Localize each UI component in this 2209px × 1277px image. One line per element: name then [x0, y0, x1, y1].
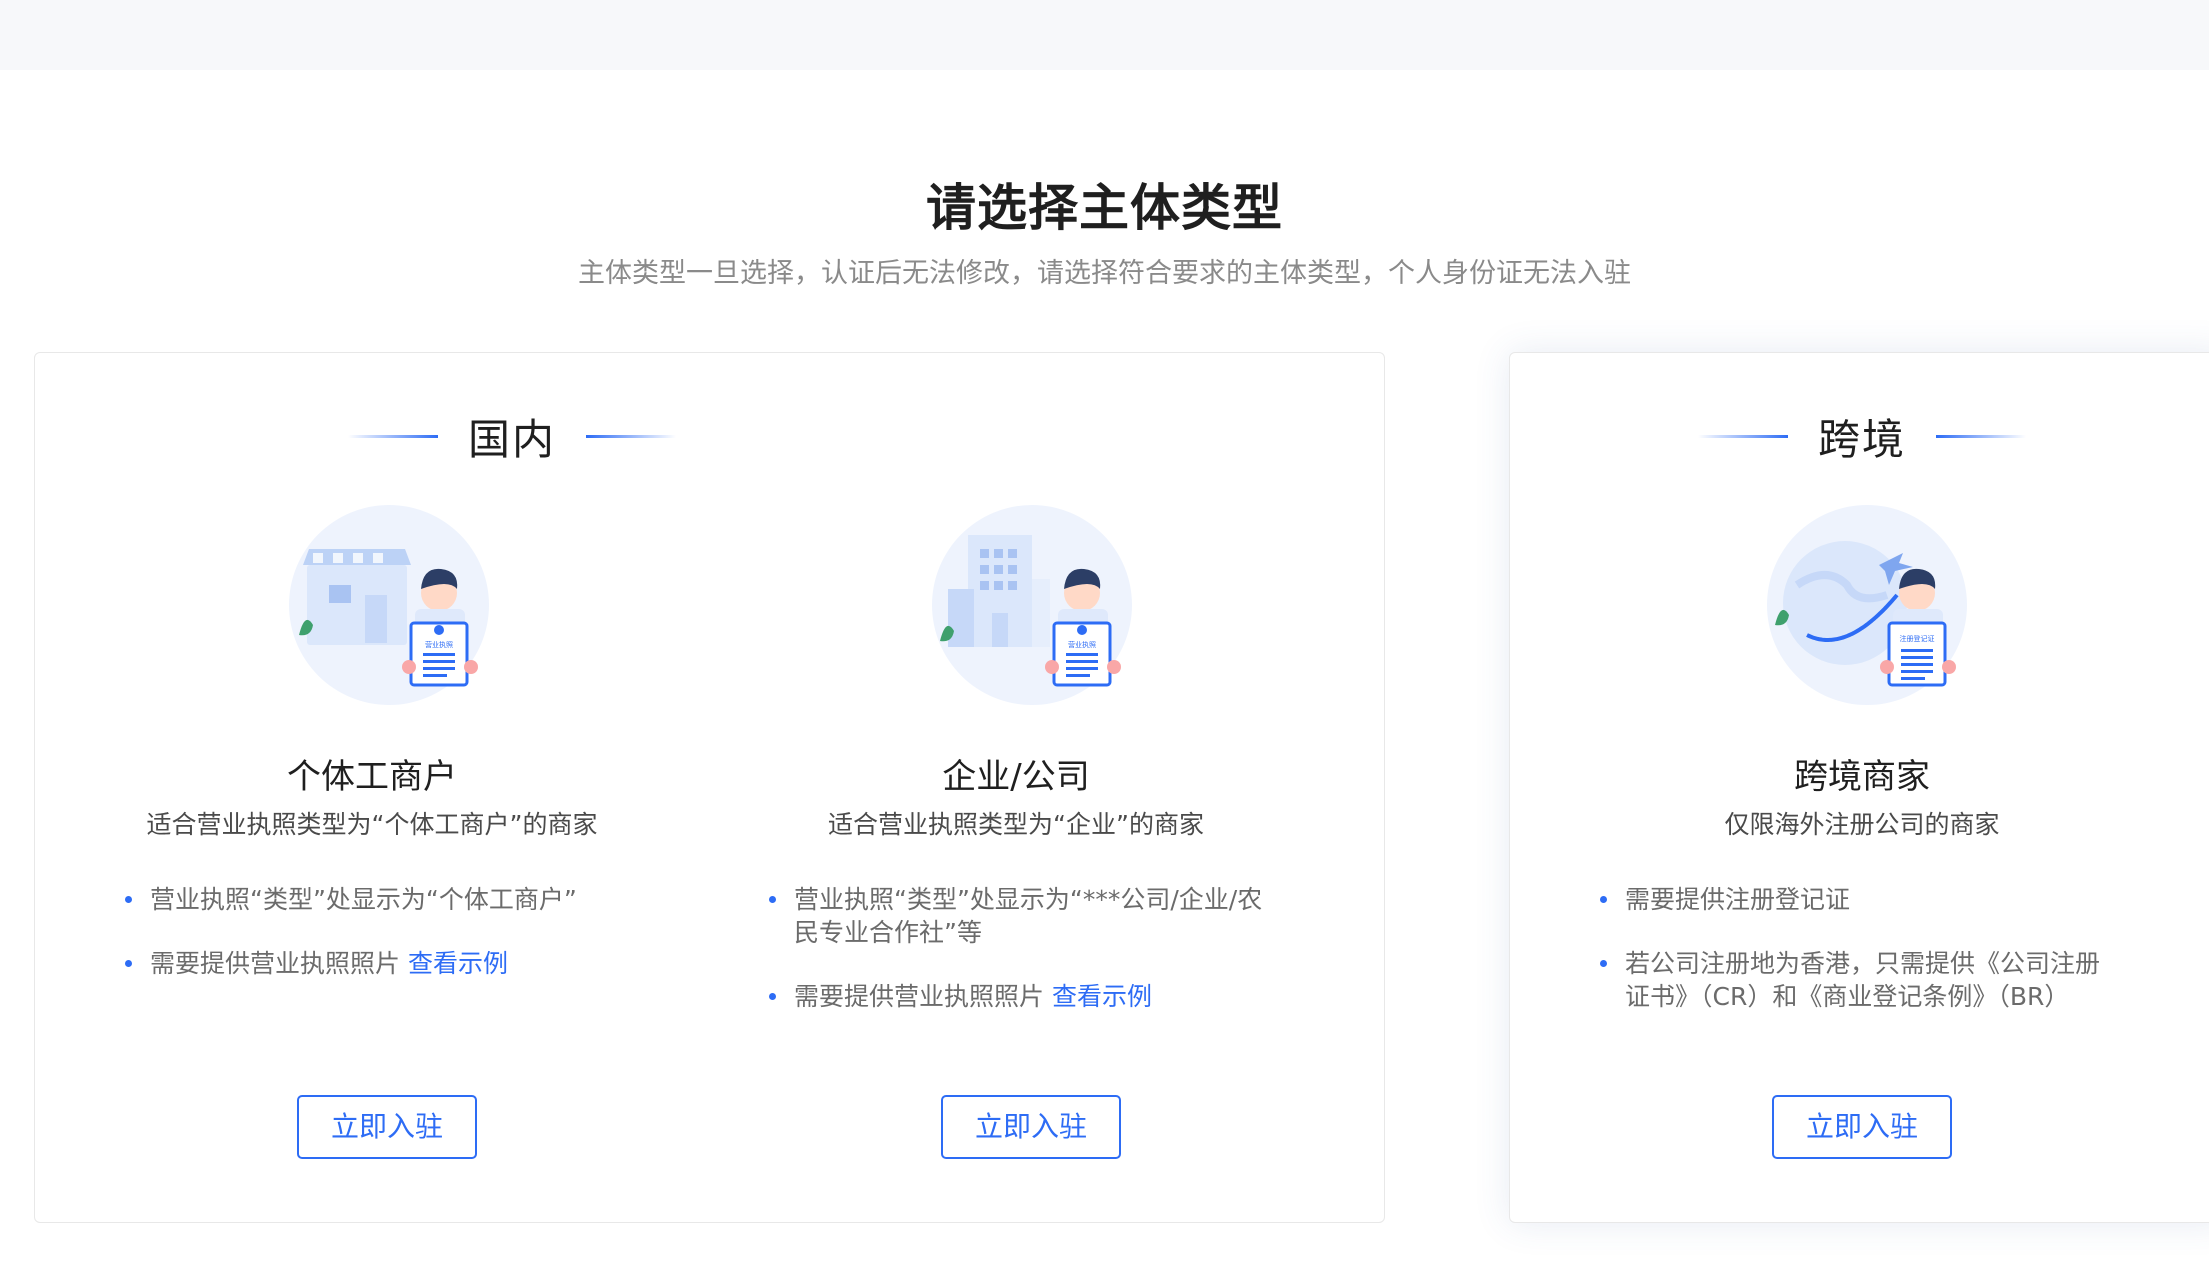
requirement-item: 若公司注册地为香港，只需提供《公司注册证书》（CR）和《商业登记条例》（BR）	[1600, 947, 2124, 1013]
option-title: 企业/公司	[942, 757, 1090, 797]
view-example-link[interactable]: 查看示例	[1052, 982, 1152, 1011]
requirement-item: 需要提供营业执照照片 查看示例	[125, 947, 669, 980]
option-individual-business: 营业执照 个体工商户 适合营业执照类型为“个体工商户”的商家 营业执照“类型”处…	[35, 353, 709, 1224]
option-description: 仅限海外注册公司的商家	[1724, 810, 2000, 839]
option-description: 适合营业执照类型为“企业”的商家	[828, 810, 1204, 839]
certificate-text: 营业执照	[425, 640, 453, 649]
page-title: 请选择主体类型	[926, 179, 1283, 237]
join-button-crossborder[interactable]: 立即入驻	[1772, 1095, 1952, 1159]
requirements-list: 营业执照“类型”处显示为“***公司/企业/农民专业合作社”等 需要提供营业执照…	[769, 883, 1273, 1044]
join-button-enterprise[interactable]: 立即入驻	[941, 1095, 1121, 1159]
view-example-link[interactable]: 查看示例	[408, 949, 508, 978]
office-building-illustration-icon: 营业执照	[932, 505, 1132, 705]
certificate-text: 营业执照	[1068, 640, 1096, 649]
requirements-list: 营业执照“类型”处显示为“个体工商户” 需要提供营业执照照片 查看示例	[125, 883, 669, 1011]
globe-airplane-illustration-icon: 注册登记证	[1767, 505, 1967, 705]
crossborder-card: 跨境 注册登记证 跨境商家 仅限海外注册公司的商家 需要提供注册登记证 若公司注…	[1509, 352, 2209, 1223]
option-description: 适合营业执照类型为“个体工商户”的商家	[146, 810, 598, 839]
option-title: 跨境商家	[1794, 757, 1930, 797]
storefront-illustration-icon: 营业执照	[289, 505, 489, 705]
option-crossborder-merchant: 注册登记证 跨境商家 仅限海外注册公司的商家 需要提供注册登记证 若公司注册地为…	[1510, 353, 2209, 1224]
requirement-item: 营业执照“类型”处显示为“***公司/企业/农民专业合作社”等	[769, 883, 1273, 949]
requirement-item: 需要提供注册登记证	[1600, 883, 2124, 916]
option-title: 个体工商户	[287, 757, 457, 797]
requirement-item: 营业执照“类型”处显示为“个体工商户”	[125, 883, 669, 916]
page-subtitle: 主体类型一旦选择，认证后无法修改，请选择符合要求的主体类型，个人身份证无法入驻	[578, 258, 1631, 289]
requirement-item: 需要提供营业执照照片 查看示例	[769, 980, 1273, 1013]
requirements-list: 需要提供注册登记证 若公司注册地为香港，只需提供《公司注册证书》（CR）和《商业…	[1600, 883, 2124, 1044]
join-button-individual[interactable]: 立即入驻	[297, 1095, 477, 1159]
option-enterprise: 营业执照 企业/公司 适合营业执照类型为“企业”的商家 营业执照“类型”处显示为…	[679, 353, 1353, 1224]
domestic-card: 国内 营业执照 个体工商户 适合营业执照类型为“个体工商户”的商家 营业执照“类…	[34, 352, 1385, 1223]
top-bar	[0, 0, 2209, 70]
certificate-text: 注册登记证	[1900, 634, 1935, 643]
